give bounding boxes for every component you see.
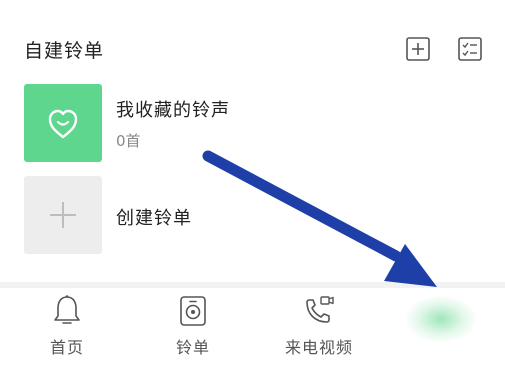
checklist-icon xyxy=(458,37,482,61)
section-title: 自建铃单 xyxy=(24,40,105,62)
tab-label: 铃单 xyxy=(175,338,210,357)
tab-call-video[interactable]: 来电视频 xyxy=(256,288,382,370)
tab-label: 来电视频 xyxy=(284,338,353,357)
add-playlist-button[interactable] xyxy=(405,36,431,62)
favorites-thumbnail xyxy=(24,84,102,162)
plus-icon xyxy=(50,202,76,228)
my-playlists-section: 自建铃单 我收藏的铃声 0首 创建铃单 xyxy=(0,0,505,282)
tab-playlists[interactable]: 铃单 xyxy=(130,288,256,370)
add-square-icon xyxy=(406,37,430,61)
bell-icon xyxy=(54,295,80,324)
list-item-create-playlist[interactable]: 创建铃单 xyxy=(24,176,484,254)
list-item-title: 创建铃单 xyxy=(116,208,192,229)
tab-label: 首页 xyxy=(49,338,84,357)
active-tab-indicator xyxy=(406,296,476,342)
phone-video-icon xyxy=(306,296,334,323)
manage-playlists-button[interactable] xyxy=(457,36,483,62)
list-item-count: 0首 xyxy=(116,132,141,150)
list-item-favorites[interactable]: 我收藏的铃声 0首 xyxy=(24,84,484,162)
create-thumbnail xyxy=(24,176,102,254)
list-item-title: 我收藏的铃声 xyxy=(116,100,230,121)
speaker-icon xyxy=(180,296,206,326)
heart-smile-icon xyxy=(48,109,78,139)
tab-home[interactable]: 首页 xyxy=(4,288,130,370)
